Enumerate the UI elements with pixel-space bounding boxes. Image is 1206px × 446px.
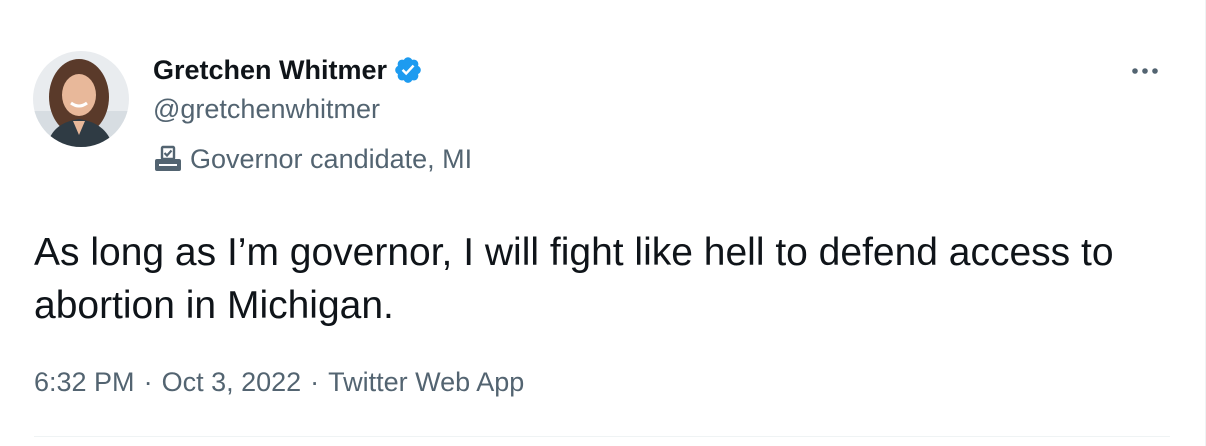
tweet-date-link[interactable]: Oct 3, 2022 bbox=[162, 364, 302, 400]
tweet-time-link[interactable]: 6:32 PM bbox=[34, 364, 135, 400]
avatar[interactable] bbox=[33, 51, 129, 147]
affiliation-text: Governor candidate, MI bbox=[190, 144, 473, 174]
more-dots-icon bbox=[1132, 68, 1158, 74]
divider bbox=[34, 436, 1170, 437]
meta-separator: · bbox=[143, 367, 153, 397]
name-row: Gretchen Whitmer bbox=[153, 53, 472, 87]
meta-separator: · bbox=[310, 367, 320, 397]
ballot-box-icon bbox=[153, 145, 183, 173]
affiliation-label: Governor candidate, MI bbox=[153, 142, 472, 176]
author-name[interactable]: Gretchen Whitmer bbox=[153, 53, 387, 87]
tweet-source: Twitter Web App bbox=[328, 367, 525, 397]
tweet-text: As long as I’m governor, I will fight li… bbox=[34, 231, 1125, 327]
verified-badge-icon bbox=[393, 55, 423, 85]
more-options-button[interactable] bbox=[1126, 56, 1166, 86]
tweet-header: Gretchen Whitmer @gretchenwhitmer Govern… bbox=[153, 53, 472, 176]
tweet-meta: 6:32 PM · Oct 3, 2022 · Twitter Web App bbox=[34, 364, 524, 400]
tweet-card: Gretchen Whitmer @gretchenwhitmer Govern… bbox=[0, 0, 1206, 446]
author-handle[interactable]: @gretchenwhitmer bbox=[153, 92, 472, 126]
avatar-photo bbox=[33, 51, 129, 147]
